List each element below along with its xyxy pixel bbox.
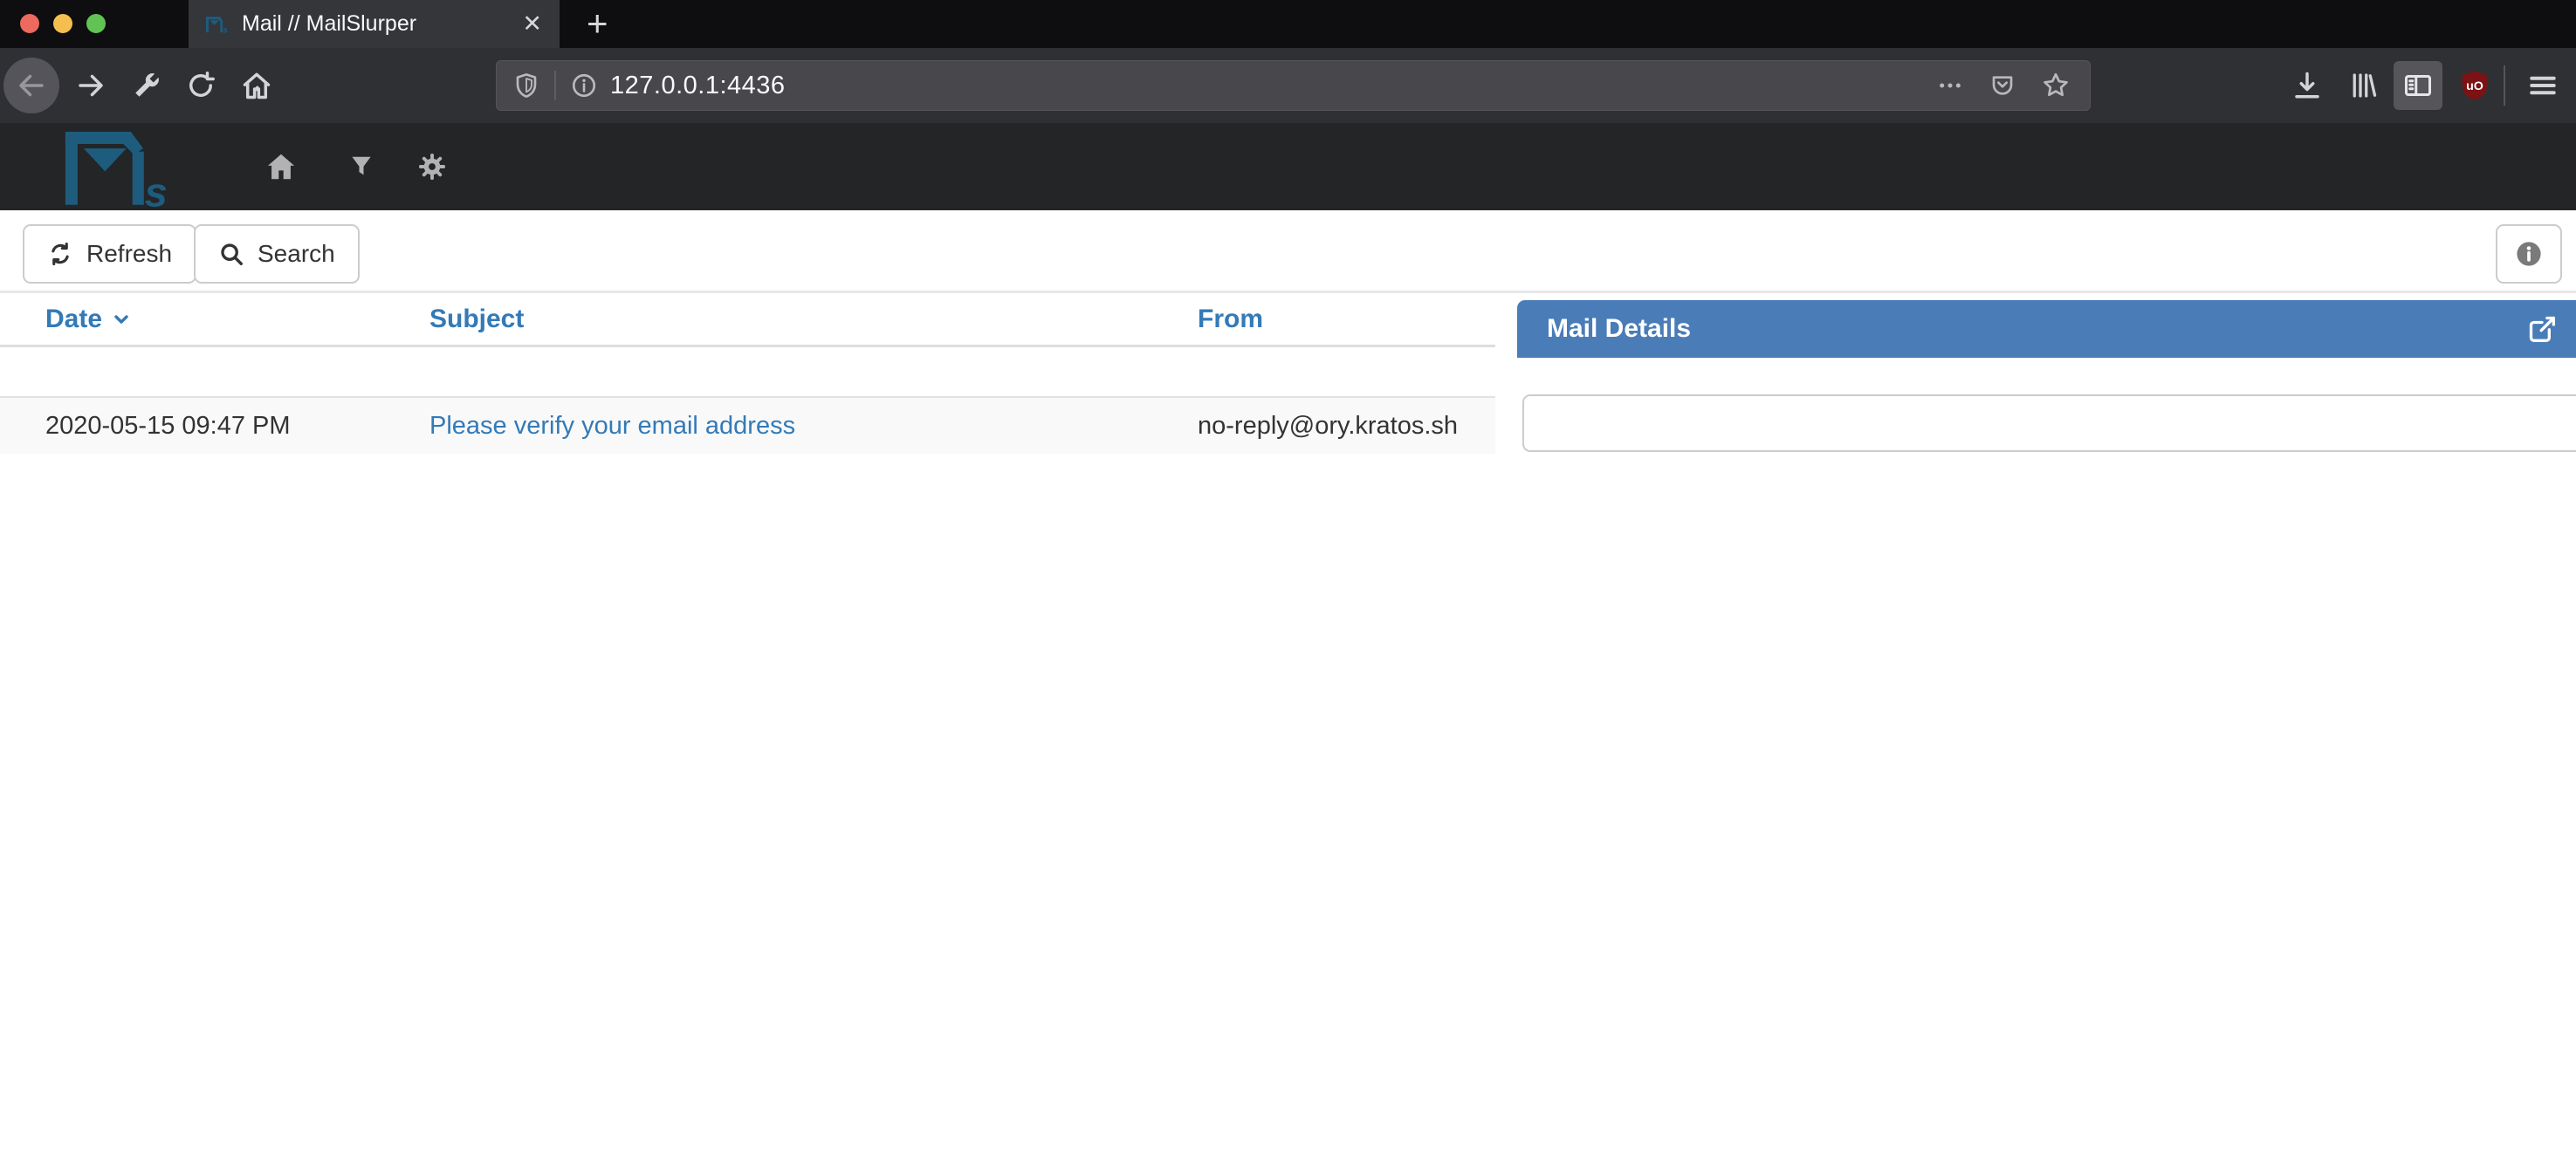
browser-tab[interactable]: s Mail // MailSlurper ✕: [189, 0, 560, 48]
reload-button[interactable]: [182, 70, 220, 101]
content: Date Subject From 2020-05-15 09:47 PM Pl…: [0, 293, 2576, 1155]
nav-settings-button[interactable]: [416, 151, 448, 182]
toolbar-separator: [2504, 65, 2505, 106]
mail-subject-link[interactable]: Please verify your email address: [429, 412, 795, 440]
tracking-shield-icon[interactable]: [512, 72, 540, 99]
column-header-subject[interactable]: Subject: [429, 305, 1198, 334]
external-link-icon: [2524, 312, 2559, 346]
info-button[interactable]: [2496, 224, 2562, 284]
refresh-label: Refresh: [86, 240, 172, 268]
tab-title: Mail // MailSlurper: [242, 11, 509, 37]
close-tab-icon[interactable]: ✕: [522, 12, 542, 36]
nav-filter-button[interactable]: [348, 154, 374, 180]
refresh-icon: [47, 241, 73, 267]
zoom-window-button[interactable]: [86, 14, 106, 33]
library-icon: [2347, 70, 2379, 101]
mailslurper-navbar: s: [0, 123, 2576, 210]
home-icon: [240, 69, 273, 102]
library-button[interactable]: [2343, 70, 2383, 101]
arrow-right-icon: [75, 70, 106, 101]
action-bar: Refresh Search: [0, 210, 2576, 293]
gear-icon: [416, 151, 448, 182]
download-icon: [2291, 70, 2323, 101]
arrow-left-icon: [16, 70, 47, 101]
wrench-icon: [132, 71, 161, 100]
mail-list: Date Subject From 2020-05-15 09:47 PM Pl…: [0, 293, 1495, 454]
home-icon: [264, 150, 298, 183]
home-button[interactable]: [237, 69, 276, 102]
column-header-date[interactable]: Date: [45, 305, 429, 334]
downloads-button[interactable]: [2287, 70, 2327, 101]
menu-button[interactable]: [2521, 70, 2565, 101]
mail-details-header: Mail Details: [1517, 300, 2576, 358]
minimize-window-button[interactable]: [53, 14, 72, 33]
empty-row: [0, 347, 1495, 396]
ublock-origin-button[interactable]: uO: [2455, 69, 2495, 102]
mail-from: no-reply@ory.kratos.sh: [1198, 412, 1495, 441]
mail-details-panel: Mail Details: [1517, 300, 2576, 452]
url-bar[interactable]: 127.0.0.1:4436: [496, 60, 2091, 111]
refresh-button[interactable]: Refresh: [23, 224, 196, 284]
close-window-button[interactable]: [20, 14, 39, 33]
search-icon: [218, 241, 244, 267]
reload-icon: [185, 70, 216, 101]
nav-home-button[interactable]: [264, 150, 298, 183]
new-tab-button[interactable]: +: [587, 2, 608, 45]
developer-tools-button[interactable]: [127, 71, 166, 100]
url-text[interactable]: 127.0.0.1:4436: [610, 72, 786, 100]
mail-date: 2020-05-15 09:47 PM: [45, 412, 429, 441]
mail-details-title: Mail Details: [1547, 314, 1691, 344]
mail-list-header: Date Subject From: [0, 293, 1495, 347]
browser-toolbar: 127.0.0.1:4436: [0, 48, 2576, 123]
mail-details-body: [1517, 394, 2576, 452]
column-header-from[interactable]: From: [1198, 305, 1495, 334]
site-info-icon[interactable]: [570, 72, 598, 99]
hamburger-icon: [2527, 70, 2559, 101]
svg-text:s: s: [223, 25, 228, 34]
svg-text:uO: uO: [2466, 79, 2483, 93]
forward-button[interactable]: [72, 70, 110, 101]
mail-details-empty-box: [1522, 394, 2576, 452]
open-details-external-button[interactable]: [2524, 312, 2559, 346]
back-button[interactable]: [3, 58, 59, 113]
urlbar-divider: [554, 71, 556, 100]
sidebar-toggle-button[interactable]: [2394, 61, 2442, 110]
sidebar-icon: [2402, 70, 2434, 101]
pocket-icon[interactable]: [1989, 72, 2016, 99]
bookmark-star-icon[interactable]: [2041, 71, 2071, 100]
page-actions-icon[interactable]: [1936, 72, 1964, 99]
funnel-icon: [348, 154, 374, 180]
ublock-shield-icon: uO: [2458, 69, 2491, 102]
info-circle-icon: [2514, 239, 2544, 269]
browser-tab-strip: s Mail // MailSlurper ✕ +: [0, 0, 2576, 48]
window-controls: [20, 14, 106, 33]
chevron-down-icon: [111, 309, 132, 330]
screen: s Mail // MailSlurper ✕ +: [0, 0, 2576, 1157]
mailslurper-favicon-icon: s: [206, 15, 229, 34]
mail-row[interactable]: 2020-05-15 09:47 PM Please verify your e…: [0, 396, 1495, 454]
svg-text:s: s: [145, 169, 168, 209]
search-button[interactable]: Search: [194, 224, 360, 284]
mailslurper-logo: s: [19, 126, 218, 209]
search-label: Search: [258, 240, 335, 268]
